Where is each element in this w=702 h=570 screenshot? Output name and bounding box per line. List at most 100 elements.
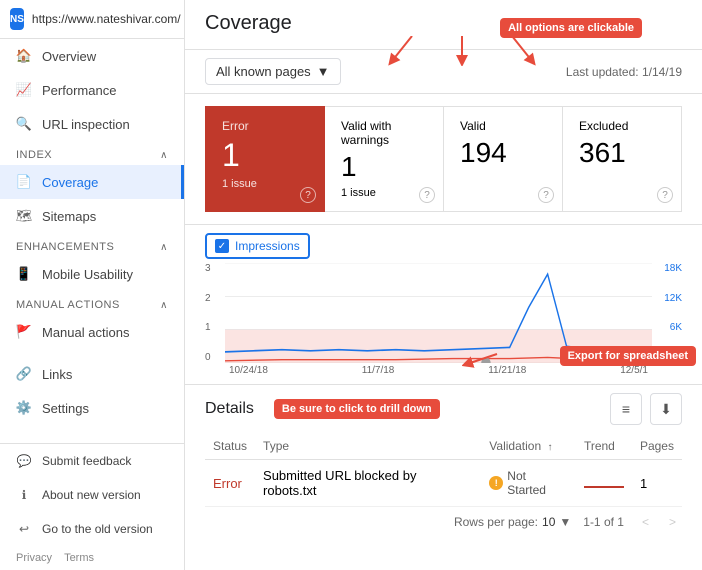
enhancements-section-header: Enhancements ∧ [0, 233, 184, 257]
col-status: Status [205, 433, 255, 460]
x-label: 11/7/18 [362, 365, 395, 376]
terms-link[interactable]: Terms [64, 552, 94, 564]
filter-icon: ≡ [622, 401, 630, 417]
privacy-link[interactable]: Privacy [16, 552, 52, 564]
stat-card-valid-warnings[interactable]: Valid with warnings 1 1 issue ? [325, 106, 444, 212]
sidebar-item-coverage[interactable]: 📄 Coverage [0, 165, 184, 199]
stat-label: Valid [460, 119, 546, 133]
last-updated: Last updated: 1/14/19 [566, 65, 682, 79]
cell-type: Submitted URL blocked by robots.txt [255, 460, 481, 507]
details-section: Details Be sure to click to drill down ≡… [185, 385, 702, 570]
x-label: 12/5/1 [620, 365, 648, 376]
stat-card-excluded[interactable]: Excluded 361 ? [563, 106, 682, 212]
home-icon: 🏠 [16, 48, 32, 64]
annotation-drill-down: Be sure to click to drill down [274, 399, 440, 419]
chart-axes: 3 2 1 0 [205, 263, 682, 363]
stat-card-error[interactable]: Error 1 1 issue ? [205, 106, 325, 212]
performance-icon: 📈 [16, 82, 32, 98]
index-section-header: Index ∧ [0, 141, 184, 165]
filter-dropdown[interactable]: All known pages ▼ [205, 58, 341, 85]
info-icon: ? [300, 187, 316, 203]
stat-label: Error [222, 119, 308, 133]
download-button[interactable]: ⬇ [650, 393, 682, 425]
stat-card-valid[interactable]: Valid 194 ? [444, 106, 563, 212]
validation-text: Not Started [507, 469, 568, 497]
stat-sublabel: 1 issue [222, 178, 308, 190]
sidebar-item-overview[interactable]: 🏠 Overview [0, 39, 184, 73]
sidebar-item-performance[interactable]: 📈 Performance [0, 73, 184, 107]
sidebar-item-settings[interactable]: ⚙️ Settings [0, 391, 184, 425]
site-url: https://www.nateshivar.com/ [32, 12, 181, 26]
stat-value: 194 [460, 137, 546, 169]
rows-per-page: Rows per page: 10 ▼ [454, 515, 571, 529]
section-label: Index [16, 149, 52, 161]
sidebar-header[interactable]: NS https://www.nateshivar.com/ ▼ [0, 0, 184, 39]
stat-value: 1 [222, 137, 308, 174]
sidebar-item-manual-actions[interactable]: 🚩 Manual actions [0, 315, 184, 349]
info-icon: ℹ [16, 487, 32, 503]
sidebar-item-url-inspection[interactable]: 🔍 URL inspection [0, 107, 184, 141]
y-label: 1 [205, 322, 221, 333]
sidebar-item-about-new[interactable]: ℹ About new version [0, 478, 184, 512]
flag-icon: 🚩 [16, 324, 32, 340]
warning-icon: ! [489, 476, 503, 490]
main-header: Coverage [185, 0, 702, 50]
table-row[interactable]: Error Submitted URL blocked by robots.tx… [205, 460, 682, 507]
manual-actions-section-header: Manual actions ∧ [0, 291, 184, 315]
sidebar-item-label: URL inspection [42, 117, 130, 132]
chart-area: ✓ Impressions 3 2 1 0 [185, 225, 702, 385]
chart-svg-area [225, 263, 652, 363]
chart-svg [225, 263, 652, 363]
sidebar: NS https://www.nateshivar.com/ ▼ 🏠 Overv… [0, 0, 185, 570]
sidebar-item-label: Manual actions [42, 325, 129, 340]
sidebar-item-links[interactable]: 🔗 Links [0, 357, 184, 391]
info-icon: ? [538, 187, 554, 203]
feedback-icon: 💬 [16, 453, 32, 469]
col-validation[interactable]: Validation ↑ [481, 433, 576, 460]
validation-badge: ! Not Started [489, 469, 568, 497]
sidebar-item-old-version[interactable]: ↩ Go to the old version [0, 512, 184, 546]
sidebar-item-sitemaps[interactable]: 🗺 Sitemaps [0, 199, 184, 233]
y-axis-right: 18K 12K 6K 0 [652, 263, 682, 363]
filter-dropdown-arrow: ▼ [317, 64, 330, 79]
coverage-icon: 📄 [16, 174, 32, 190]
y-label-right: 12K [656, 293, 682, 304]
chart-container: 3 2 1 0 [205, 263, 682, 363]
section-label: Manual actions [16, 299, 120, 311]
y-label-right: 6K [656, 322, 682, 333]
sidebar-item-label: Settings [42, 401, 89, 416]
chevron-up-icon: ∧ [160, 242, 168, 253]
sidebar-item-mobile-usability[interactable]: 📱 Mobile Usability [0, 257, 184, 291]
sidebar-item-label: Sitemaps [42, 209, 96, 224]
details-table: Status Type Validation ↑ Trend Pages Err… [205, 433, 682, 507]
table-footer: Rows per page: 10 ▼ 1-1 of 1 < > [205, 507, 682, 537]
stat-value: 1 [341, 151, 427, 183]
info-icon: ? [657, 187, 673, 203]
rows-dropdown-arrow[interactable]: ▼ [559, 515, 571, 529]
site-icon: NS [10, 8, 24, 30]
x-axis: 10/24/18 11/7/18 11/21/18 12/5/1 [229, 365, 648, 376]
stat-value: 361 [579, 137, 665, 169]
info-icon: ? [419, 187, 435, 203]
y-label: 2 [205, 293, 221, 304]
stats-row: Error 1 1 issue ? Valid with warnings 1 … [185, 94, 702, 225]
stat-sublabel: 1 issue [341, 187, 427, 199]
rows-per-page-label: Rows per page: [454, 515, 538, 529]
sidebar-item-label: Overview [42, 49, 96, 64]
col-trend: Trend [576, 433, 632, 460]
next-page-button[interactable]: > [663, 513, 682, 531]
rows-per-page-value[interactable]: 10 [542, 515, 555, 529]
x-label: 11/21/18 [488, 365, 526, 376]
chevron-up-icon: ∧ [160, 150, 168, 161]
stat-label: Valid with warnings [341, 119, 427, 147]
sidebar-item-submit-feedback[interactable]: 💬 Submit feedback [0, 444, 184, 478]
sidebar-item-label: Mobile Usability [42, 267, 133, 282]
impressions-toggle[interactable]: ✓ Impressions [205, 233, 310, 259]
sidebar-item-label: Performance [42, 83, 116, 98]
impressions-label: Impressions [235, 239, 300, 253]
gear-icon: ⚙️ [16, 400, 32, 416]
filter-button[interactable]: ≡ [610, 393, 642, 425]
col-pages: Pages [632, 433, 682, 460]
section-label: Enhancements [16, 241, 114, 253]
prev-page-button[interactable]: < [636, 513, 655, 531]
